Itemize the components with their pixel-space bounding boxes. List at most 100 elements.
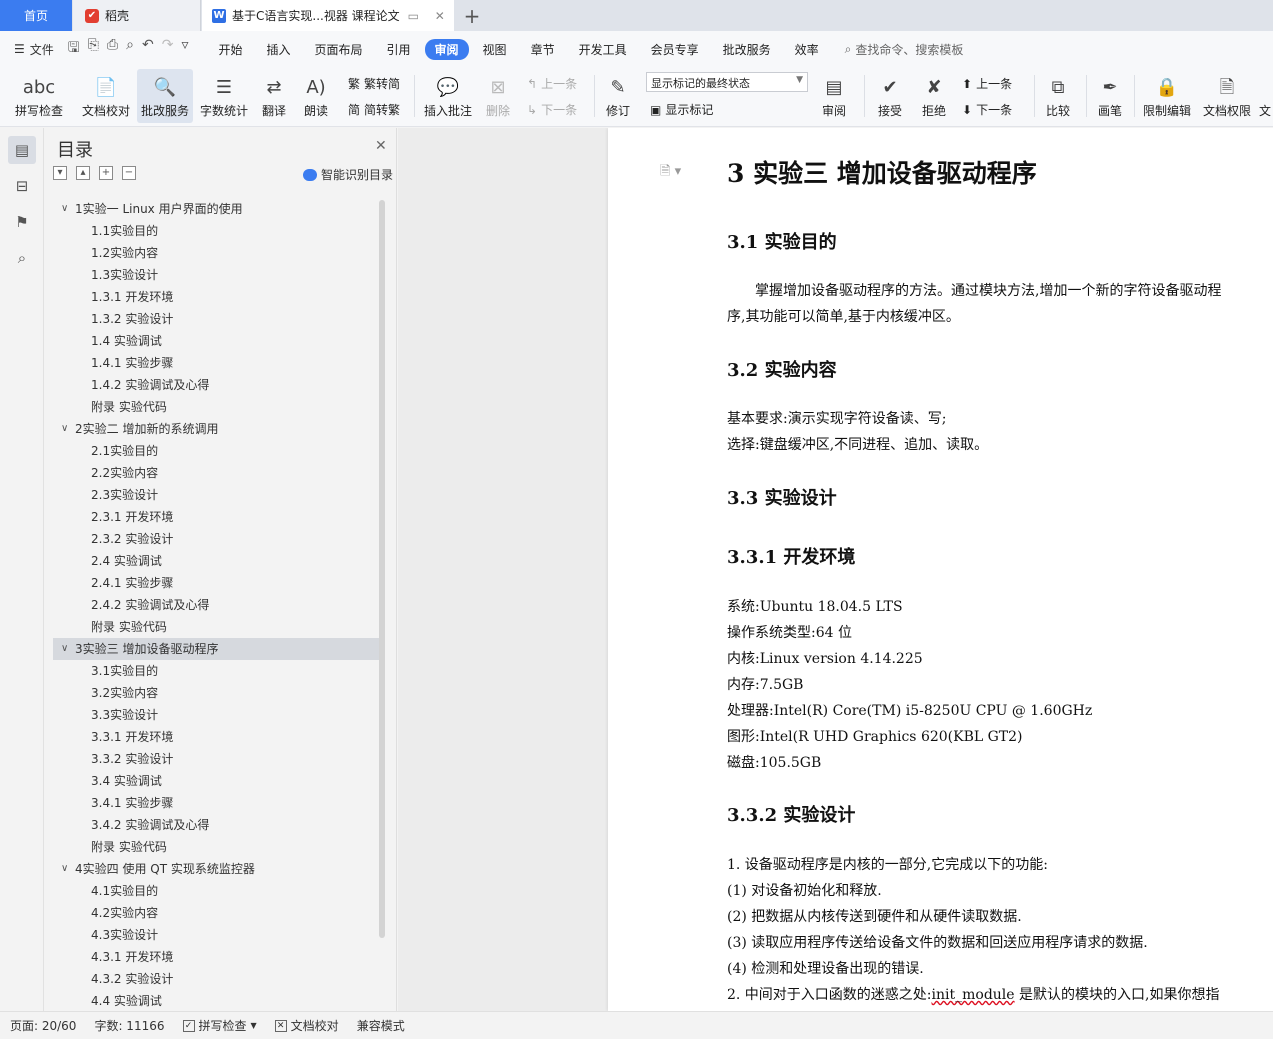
toc-section-item[interactable]: 2.4 实验调试 — [53, 550, 381, 572]
smart-toc-button[interactable]: 智能识别目录 — [303, 166, 393, 183]
pen-button[interactable]: ✒ 画笔 — [1094, 69, 1126, 123]
compare-button[interactable]: ⧉ 比较 — [1040, 69, 1076, 123]
menu-efficiency[interactable]: 效率 — [785, 39, 829, 60]
tab-home[interactable]: 首页 — [0, 0, 72, 31]
doc-proof-button[interactable]: 📄 文档校对 — [78, 69, 134, 123]
toc-section-item[interactable]: 2.3.1 开发环境 — [53, 506, 381, 528]
toc-section-item[interactable]: 3.2实验内容 — [53, 682, 381, 704]
export-pdf-icon[interactable]: ⎘ — [88, 37, 99, 61]
toc-section-item[interactable]: 2.1实验目的 — [53, 440, 381, 462]
toc-section-item[interactable]: 1.3.1 开发环境 — [53, 286, 381, 308]
toc-section-item[interactable]: 3.1实验目的 — [53, 660, 381, 682]
restrict-edit-button[interactable]: 🔒 限制编辑 — [1140, 69, 1194, 123]
toc-section-item[interactable]: 3.4 实验调试 — [53, 770, 381, 792]
menu-review[interactable]: 审阅 — [424, 38, 469, 60]
undo-icon[interactable]: ↶ — [142, 37, 154, 61]
panel-divider[interactable] — [396, 128, 397, 1011]
toc-section-item[interactable]: 3.3.1 开发环境 — [53, 726, 381, 748]
toc-section-item[interactable]: 1.3实验设计 — [53, 264, 381, 286]
toc-section-item[interactable]: 1.1实验目的 — [53, 220, 381, 242]
trad-to-simp-button[interactable]: 繁繁转简 — [348, 75, 400, 92]
prev-change-button[interactable]: ⬆ 上一条 — [962, 75, 1012, 92]
toc-section-item[interactable]: 2.3.2 实验设计 — [53, 528, 381, 550]
close-icon[interactable]: ✕ — [375, 138, 387, 154]
word-count-indicator[interactable]: 字数: 11166 — [94, 1017, 164, 1034]
chevron-down-icon[interactable]: ∨ — [61, 198, 68, 220]
toc-section-item[interactable]: 4.3.2 实验设计 — [53, 968, 381, 990]
chevron-down-icon[interactable]: ∨ — [61, 638, 68, 660]
simp-to-trad-button[interactable]: 简简转繁 — [348, 101, 400, 118]
spell-error-word[interactable]: init_module — [932, 987, 1015, 1003]
delete-comment-button[interactable]: ⊠ 删除 — [480, 69, 516, 123]
menu-developer[interactable]: 开发工具 — [569, 39, 637, 60]
translate-button[interactable]: ⇄ 翻译 — [256, 69, 292, 123]
toc-section-item[interactable]: 1.4.1 实验步骤 — [53, 352, 381, 374]
remove-heading-icon[interactable]: − — [122, 166, 136, 180]
toc-section-item[interactable]: 1.2实验内容 — [53, 242, 381, 264]
toc-chapter-item[interactable]: ∨ 3实验三 增加设备驱动程序 — [53, 638, 381, 660]
toc-scrollbar[interactable] — [379, 200, 385, 938]
toc-section-item[interactable]: 2.4.2 实验调试及心得 — [53, 594, 381, 616]
page-indicator[interactable]: 页面: 20/60 — [10, 1017, 76, 1034]
insert-comment-button[interactable]: 💬 插入批注 — [422, 69, 474, 123]
toc-section-item[interactable]: 1.4 实验调试 — [53, 330, 381, 352]
revise-button[interactable]: ✎ 修订 — [600, 69, 636, 123]
menu-chapter[interactable]: 章节 — [521, 39, 565, 60]
document-page[interactable]: 🗎 ▾ 3 实验三 增加设备驱动程序 3.1 实验目的 掌握增加设备驱动程序的方… — [608, 128, 1273, 1011]
word-count-button[interactable]: ☰ 字数统计 — [197, 69, 251, 123]
show-markup-button[interactable]: ▣ 显示标记 — [650, 101, 713, 118]
toc-section-item[interactable]: 4.3.1 开发环境 — [53, 946, 381, 968]
next-comment-button[interactable]: ↳ 下一条 — [527, 101, 577, 118]
toc-section-item[interactable]: 3.3.2 实验设计 — [53, 748, 381, 770]
read-aloud-button[interactable]: A) 朗读 — [300, 69, 332, 123]
file-menu[interactable]: ☰ 文件 — [14, 41, 54, 58]
toc-section-item[interactable]: 附录 实验代码 — [53, 616, 381, 638]
command-search[interactable]: ⌕ 查找命令、搜索模板 — [845, 41, 964, 58]
save-icon[interactable]: 🖫 — [68, 37, 80, 61]
print-preview-icon[interactable]: ⌕ — [126, 37, 134, 61]
menu-view[interactable]: 视图 — [473, 39, 517, 60]
correction-service-button[interactable]: 🔍 批改服务 — [137, 69, 193, 123]
bookmark-icon[interactable]: ⚑ — [8, 208, 36, 236]
toc-section-item[interactable]: 4.4 实验调试 — [53, 990, 381, 1008]
accept-button[interactable]: ✔ 接受 — [872, 69, 908, 123]
toc-chapter-item[interactable]: ∨ 4实验四 使用 QT 实现系统监控器 — [53, 858, 381, 880]
menu-references[interactable]: 引用 — [377, 39, 421, 60]
toc-section-item[interactable]: 4.3实验设计 — [53, 924, 381, 946]
redo-icon[interactable]: ↷ — [162, 37, 174, 61]
toc-section-item[interactable]: 附录 实验代码 — [53, 396, 381, 418]
chevron-down-icon[interactable]: ∨ — [61, 418, 68, 440]
toc-section-item[interactable]: 2.2实验内容 — [53, 462, 381, 484]
collapse-all-icon[interactable]: ▴ — [76, 166, 90, 180]
doc-permission-button[interactable]: 🗎 文档权限 — [1200, 69, 1254, 123]
toc-section-item[interactable]: 3.4.2 实验调试及心得 — [53, 814, 381, 836]
toc-chapter-item[interactable]: ∨ 2实验二 增加新的系统调用 — [53, 418, 381, 440]
more-ribbon-button[interactable]: 文 — [1258, 69, 1272, 123]
toc-section-item[interactable]: 3.3实验设计 — [53, 704, 381, 726]
toc-section-item[interactable]: 3.4.1 实验步骤 — [53, 792, 381, 814]
menu-home[interactable]: 开始 — [208, 39, 252, 60]
tab-daoke[interactable]: ✔ 稻壳 — [73, 0, 201, 31]
reject-button[interactable]: ✘ 拒绝 — [916, 69, 952, 123]
markup-state-select[interactable]: 显示标记的最终状态 ▼ — [646, 72, 808, 92]
toc-section-item[interactable]: 4.2实验内容 — [53, 902, 381, 924]
tab-document[interactable]: W 基于C语言实现...视器 课程论文 ▭ ✕ — [202, 0, 454, 31]
menu-insert[interactable]: 插入 — [256, 39, 300, 60]
menu-correction[interactable]: 批改服务 — [713, 39, 781, 60]
toc-section-item[interactable]: 1.3.2 实验设计 — [53, 308, 381, 330]
toc-section-item[interactable]: 2.3实验设计 — [53, 484, 381, 506]
spell-check-button[interactable]: abc 拼写检查 — [10, 69, 68, 123]
print-icon[interactable]: ⎙ — [107, 37, 118, 61]
expand-all-icon[interactable]: ▾ — [53, 166, 67, 180]
search-icon[interactable]: ⌕ — [8, 244, 36, 272]
add-heading-icon[interactable]: + — [99, 166, 113, 180]
tab-window-controls[interactable]: ▭ ✕ — [408, 9, 451, 23]
chapter-nav-icon[interactable]: ⊟ — [8, 172, 36, 200]
toc-section-item[interactable]: 4.1实验目的 — [53, 880, 381, 902]
menu-page-layout[interactable]: 页面布局 — [305, 39, 373, 60]
doc-proof-toggle[interactable]: ✕ 文档校对 — [274, 1017, 339, 1034]
toc-chapter-item[interactable]: ∨ 1实验一 Linux 用户界面的使用 — [53, 198, 381, 220]
toc-section-item[interactable]: 附录 实验代码 — [53, 836, 381, 858]
next-change-button[interactable]: ⬇ 下一条 — [962, 101, 1012, 118]
toc-section-item[interactable]: 1.4.2 实验调试及心得 — [53, 374, 381, 396]
